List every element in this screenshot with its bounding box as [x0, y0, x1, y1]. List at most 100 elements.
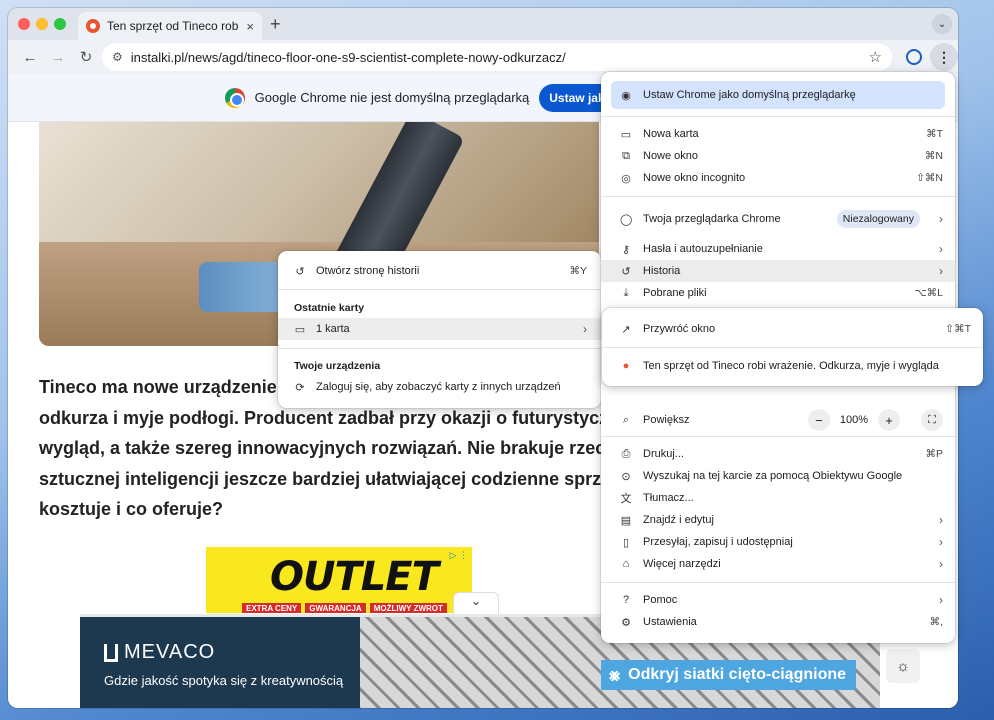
toolbar: ← → ↻ ⚙ instalki.pl/news/agd/tineco-floo…: [8, 40, 958, 74]
history-item[interactable]: ↺ Historia ›: [601, 260, 955, 282]
history-submenu: ↺ Otwórz stronę historii ⌘Y Ostatnie kar…: [278, 251, 601, 408]
tab-close-icon[interactable]: ×: [246, 19, 254, 34]
address-bar[interactable]: ⚙ instalki.pl/news/agd/tineco-floor-one-…: [102, 43, 892, 71]
mevaco-logo: MEVACO: [124, 641, 216, 663]
new-tab-button[interactable]: +: [270, 14, 281, 35]
fullscreen-icon[interactable]: ⛶: [921, 409, 943, 431]
account-icon: ◯: [620, 213, 633, 226]
mevaco-logo-icon: [104, 643, 118, 662]
window-icon: ▭: [294, 323, 306, 336]
translate-icon: 文: [620, 493, 632, 505]
tineco-favicon-icon: ●: [622, 360, 630, 372]
profile-icon[interactable]: [906, 49, 922, 65]
tab-search-button[interactable]: ⌄: [932, 14, 952, 34]
history-icon: ↺: [295, 265, 305, 278]
save-share-icon: ▯: [622, 536, 630, 549]
mesh-cta-label: Odkryj siatki cięto-ciągnione: [628, 666, 847, 683]
your-devices-header: Twoje urządzenia: [294, 360, 381, 372]
passwords-item[interactable]: ⚷ Hasła i autouzupełnianie ›: [601, 238, 955, 260]
signed-out-badge: Niezalogowany: [836, 210, 920, 228]
chrome-menu-button[interactable]: ⋮: [930, 43, 958, 71]
help-icon: ?: [622, 594, 630, 606]
recent-tabs-item[interactable]: ▭ 1 karta ›: [278, 318, 601, 340]
lens-icon: ⊙: [621, 470, 631, 483]
chevron-right-icon: ›: [939, 212, 943, 226]
recent-tabs-submenu: ↗ Przywróć okno ⇧⌘T ● Ten sprzęt od Tine…: [602, 308, 983, 386]
find-edit-item[interactable]: ▤ Znajdź i edytuj ›: [601, 509, 955, 531]
settings-item[interactable]: ⚙ Ustawienia ⌘,: [601, 611, 955, 633]
new-window-item[interactable]: ⧉ Nowe okno ⌘N: [601, 145, 955, 167]
mesh-pattern-icon: ⨳: [609, 664, 621, 685]
google-lens-item[interactable]: ⊙ Wyszukaj na tej karcie za pomocą Obiek…: [601, 465, 955, 487]
zoom-level: 100%: [839, 414, 868, 426]
chrome-icon: ◉: [621, 89, 631, 102]
download-icon: ⤓: [623, 286, 629, 299]
article-line: kosztuje i co oferuje?: [39, 499, 224, 519]
chevron-right-icon: ›: [939, 264, 943, 278]
chrome-logo-icon: [224, 87, 245, 108]
outlet-ad-title: OUTLET: [270, 554, 439, 600]
more-tools-item[interactable]: ⌂ Więcej narzędzi ›: [601, 553, 955, 575]
key-icon: ⚷: [621, 243, 631, 256]
outlet-ad[interactable]: ▷ ⋮ OUTLET EXTRA CENY GWARANCJA MOŻLIWY …: [206, 547, 472, 613]
chevron-right-icon: ›: [939, 242, 943, 256]
zoom-out-button[interactable]: −: [807, 409, 830, 431]
new-tab-item[interactable]: ▭ Nowa karta ⌘T: [601, 123, 955, 145]
chevron-right-icon: ›: [939, 513, 943, 527]
mesh-cta[interactable]: ⨳ Odkryj siatki cięto-ciągnione: [601, 660, 857, 690]
back-button[interactable]: ←: [16, 43, 44, 71]
history-icon: ↺: [621, 265, 631, 278]
new-tab-icon: ▭: [620, 128, 632, 141]
zoom-window-button[interactable]: [54, 18, 66, 30]
zoom-item: ⌕ Powiększ − 100% + ⛶: [601, 407, 955, 433]
sync-icon: ⟳: [295, 381, 305, 394]
url-text[interactable]: instalki.pl/news/agd/tineco-floor-one-s9…: [131, 50, 861, 65]
outlet-ad-tag: GWARANCJA: [305, 603, 366, 613]
outlet-ad-tag: MOŻLIWY ZWROT: [369, 603, 447, 613]
chevron-right-icon: ›: [939, 593, 943, 607]
zoom-in-button[interactable]: +: [878, 409, 900, 431]
mevaco-brand-panel: MEVACO Gdzie jakość spotyka się z kreaty…: [80, 617, 360, 708]
print-item[interactable]: ⎙ Drukuj... ⌘P: [601, 443, 955, 465]
article-line: wygląd, a także szereg innowacyjnych roz…: [39, 438, 609, 458]
incognito-item[interactable]: ◎ Nowe okno incognito ⇧⌘N: [601, 167, 955, 189]
downloads-item[interactable]: ⤓ Pobrane pliki ⌥⌘L: [601, 282, 955, 304]
sign-in-devices-item[interactable]: ⟳ Zaloguj się, aby zobaczyć karty z inny…: [278, 376, 601, 398]
set-default-browser-item[interactable]: ◉ Ustaw Chrome jako domyślną przeglądark…: [601, 84, 955, 106]
gear-icon: ⚙: [621, 616, 631, 629]
toolbox-icon: ⌂: [622, 558, 630, 570]
close-window-button[interactable]: [18, 18, 30, 30]
bookmark-star-icon[interactable]: ☆: [869, 48, 882, 66]
article-line: sztucznej inteligencji jeszcze bardziej …: [39, 468, 609, 489]
translate-item[interactable]: 文 Tłumacz...: [601, 487, 955, 509]
tab-strip: Ten sprzęt od Tineco robi wrażenie. Odku…: [8, 8, 958, 40]
tineco-favicon-icon: [86, 19, 100, 33]
zoom-icon: ⌕: [622, 413, 630, 426]
incognito-icon: ◎: [621, 172, 631, 185]
open-in-new-icon: ↗: [621, 323, 631, 336]
cast-save-share-item[interactable]: ▯ Przesyłaj, zapisuj i udostępniaj ›: [601, 531, 955, 553]
recent-tab-item[interactable]: ● Ten sprzęt od Tineco robi wrażenie. Od…: [602, 355, 983, 377]
infobar-message: Google Chrome nie jest domyślną przegląd…: [254, 90, 530, 105]
site-info-icon[interactable]: ⚙: [112, 50, 123, 64]
printer-icon: ⎙: [621, 447, 631, 460]
forward-button[interactable]: →: [44, 43, 72, 71]
outlet-ad-tag: EXTRA CENY: [242, 603, 302, 613]
chevron-right-icon: ›: [583, 322, 587, 336]
recent-tabs-header: Ostatnie karty: [294, 302, 365, 314]
reload-button[interactable]: ↻: [72, 43, 100, 71]
chevron-right-icon: ›: [939, 557, 943, 571]
find-icon: ▤: [620, 514, 632, 527]
minimize-window-button[interactable]: [36, 18, 48, 30]
help-item[interactable]: ? Pomoc ›: [601, 589, 955, 611]
theme-toggle-button[interactable]: ☼: [886, 649, 920, 683]
ad-choices-icon[interactable]: ▷ ⋮: [450, 550, 468, 561]
mevaco-tagline: Gdzie jakość spotyka się z kreatywnością: [104, 673, 344, 688]
profile-item[interactable]: ◯ Twoja przeglądarka Chrome Niezalogowan…: [601, 205, 955, 233]
open-history-item[interactable]: ↺ Otwórz stronę historii ⌘Y: [278, 260, 601, 282]
tab-active[interactable]: Ten sprzęt od Tineco robi wrażenie. Odku…: [78, 12, 262, 40]
restore-window-item[interactable]: ↗ Przywróć okno ⇧⌘T: [602, 318, 983, 340]
tab-title: Ten sprzęt od Tineco robi wrażenie. Odku…: [107, 19, 240, 33]
new-window-icon: ⧉: [622, 149, 630, 162]
collapse-ad-button[interactable]: ⌄: [453, 592, 499, 614]
